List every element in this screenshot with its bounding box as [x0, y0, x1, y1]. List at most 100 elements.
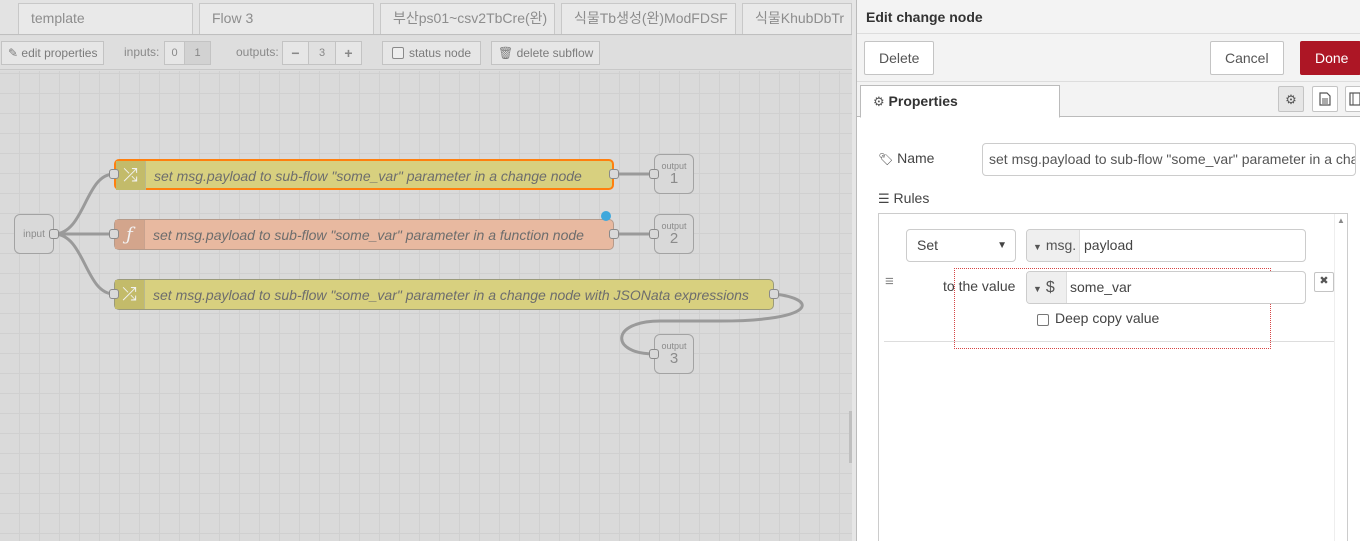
- remove-rule-button[interactable]: ✖: [1314, 272, 1334, 292]
- tab-label: 식물Tb생성(완)ModFDSF: [574, 10, 728, 26]
- subflow-output-2[interactable]: output 2: [654, 214, 694, 254]
- edit-tray: Edit change node Delete Cancel Done ⚙ Pr…: [856, 0, 1360, 541]
- rules-label: ☰ Rules: [878, 190, 929, 207]
- function-icon: ƒ: [115, 220, 145, 249]
- output-2-input-port[interactable]: [649, 229, 659, 239]
- cancel-button[interactable]: Cancel: [1210, 41, 1284, 75]
- name-label: 🏷 Name: [878, 150, 934, 166]
- gear-icon: ⚙: [1285, 92, 1297, 107]
- tab-properties[interactable]: ⚙ Properties: [860, 85, 1060, 118]
- tray-tabs: ⚙ Properties ⚙: [857, 82, 1360, 118]
- output-number: 2: [669, 230, 679, 247]
- close-icon: ✖: [1319, 275, 1329, 287]
- panel-resize-handle[interactable]: [849, 411, 852, 463]
- node-2-input-port[interactable]: [109, 229, 119, 239]
- function-node[interactable]: ƒ set msg.payload to sub-flow "some_var"…: [114, 219, 614, 250]
- subflow-output-3[interactable]: output 3: [654, 334, 694, 374]
- output-1-input-port[interactable]: [649, 169, 659, 179]
- wire-input-to-node-1[interactable]: [53, 172, 115, 236]
- flow-canvas[interactable]: input ⤮ set msg.payload to sub-flow "som…: [0, 71, 852, 541]
- deep-copy-checkbox[interactable]: [1037, 314, 1049, 326]
- node-1-input-port[interactable]: [109, 169, 119, 179]
- node-2-output-port[interactable]: [609, 229, 619, 239]
- node-label: set msg.payload to sub-flow "some_var" p…: [153, 227, 584, 243]
- subflow-input-node[interactable]: input: [14, 214, 54, 254]
- tab-flow-3[interactable]: Flow 3: [199, 3, 374, 34]
- done-button[interactable]: Done: [1300, 41, 1360, 75]
- edit-properties-label: edit properties: [21, 46, 98, 60]
- node-label: set msg.payload to sub-flow "some_var" p…: [153, 287, 749, 303]
- tab-plant-khub[interactable]: 식물KhubDbTr: [742, 3, 852, 34]
- rule-divider: [884, 341, 1334, 342]
- change-node-1[interactable]: ⤮ set msg.payload to sub-flow "some_var"…: [114, 159, 614, 190]
- tray-toolbar: Delete Cancel Done: [857, 34, 1360, 82]
- inputs-option-0[interactable]: 0: [164, 41, 185, 65]
- tab-appearance[interactable]: [1345, 86, 1360, 112]
- subflow-output-1[interactable]: output 1: [654, 154, 694, 194]
- tab-node-settings[interactable]: ⚙: [1278, 86, 1304, 112]
- inputs-label: inputs:: [124, 45, 160, 59]
- change-node-jsonata[interactable]: ⤮ set msg.payload to sub-flow "some_var"…: [114, 279, 774, 310]
- tab-busan[interactable]: 부산ps01~csv2TbCre(완): [380, 3, 555, 34]
- status-node-toggle[interactable]: status node: [382, 41, 481, 65]
- status-node-checkbox[interactable]: [392, 47, 404, 59]
- outputs-count-field[interactable]: 3: [308, 41, 336, 65]
- output-3-input-port[interactable]: [649, 349, 659, 359]
- name-input[interactable]: set msg.payload to sub-flow "some_var" p…: [982, 143, 1356, 176]
- tab-description[interactable]: [1312, 86, 1338, 112]
- target-type-select[interactable]: ▼ msg.: [1027, 230, 1080, 261]
- inputs-option-label: 0: [171, 47, 178, 59]
- tab-plant-tb[interactable]: 식물Tb생성(완)ModFDSF: [561, 3, 736, 34]
- drag-handle-icon[interactable]: ≡: [885, 273, 894, 290]
- node-3-output-port[interactable]: [769, 289, 779, 299]
- node-1-output-port[interactable]: [609, 169, 619, 179]
- rule-action-value: Set: [917, 237, 939, 253]
- output-number: 1: [669, 170, 679, 187]
- input-output-port[interactable]: [49, 229, 59, 239]
- workspace: template Flow 3 부산ps01~csv2TbCre(완) 식물Tb…: [0, 0, 852, 541]
- value-type-label: $: [1045, 279, 1055, 296]
- edit-properties-button[interactable]: ✎ edit properties: [1, 41, 105, 65]
- shuffle-icon: ⤮: [115, 280, 145, 309]
- gear-icon: ⚙: [873, 94, 885, 109]
- subflow-toolbar: ✎ edit properties inputs: 0 1 outputs: −…: [0, 36, 852, 70]
- document-icon: [1319, 92, 1331, 106]
- properties-tab-label: Properties: [888, 93, 958, 109]
- tab-label: 식물KhubDbTr: [755, 10, 845, 26]
- delete-subflow-label: delete subflow: [516, 46, 594, 60]
- inputs-option-1[interactable]: 1: [184, 41, 211, 65]
- output-number: 3: [669, 350, 679, 367]
- flow-tab-bar: template Flow 3 부산ps01~csv2TbCre(완) 식물Tb…: [0, 0, 852, 35]
- delete-label: Delete: [879, 50, 920, 66]
- deep-copy-label: Deep copy value: [1055, 310, 1160, 326]
- delete-button[interactable]: Delete: [864, 41, 934, 75]
- target-value: payload: [1084, 237, 1134, 253]
- pencil-icon: ✎: [8, 46, 19, 60]
- done-label: Done: [1315, 50, 1349, 66]
- rules-scrollbar[interactable]: ▲: [1334, 214, 1347, 541]
- rule-action-select[interactable]: Set ▼: [906, 229, 1016, 262]
- changed-indicator: [601, 211, 611, 221]
- tag-icon: 🏷: [878, 152, 894, 166]
- minus-icon: −: [291, 45, 300, 61]
- outputs-count-value: 3: [318, 47, 326, 59]
- rule-target-field[interactable]: ▼ msg. payload: [1026, 229, 1306, 262]
- node-label: set msg.payload to sub-flow "some_var" p…: [154, 168, 582, 184]
- tray-title: Edit change node: [866, 9, 983, 25]
- delete-subflow-button[interactable]: 🗑 delete subflow: [491, 41, 601, 65]
- wire-input-to-node-3[interactable]: [53, 232, 115, 296]
- rules-label-text: Rules: [893, 190, 930, 206]
- outputs-decrement-button[interactable]: −: [282, 41, 309, 65]
- chevron-down-icon: ▼: [997, 240, 1007, 251]
- rule-value-field[interactable]: ▼ $ some_var: [1026, 271, 1306, 304]
- value-type-select[interactable]: ▼ $: [1027, 272, 1067, 303]
- outputs-increment-button[interactable]: +: [335, 41, 362, 65]
- outputs-label: outputs:: [236, 45, 279, 59]
- scroll-up-arrow-icon[interactable]: ▲: [1337, 216, 1345, 225]
- caret-down-icon: ▼: [1033, 242, 1042, 252]
- target-type-label: msg.: [1045, 237, 1077, 253]
- tab-template[interactable]: template: [18, 3, 193, 34]
- rules-list: ▲ ≡ Set ▼ ▼ msg. payload to the value ▼ …: [878, 213, 1348, 541]
- inputs-option-label: 1: [194, 47, 201, 59]
- node-3-input-port[interactable]: [109, 289, 119, 299]
